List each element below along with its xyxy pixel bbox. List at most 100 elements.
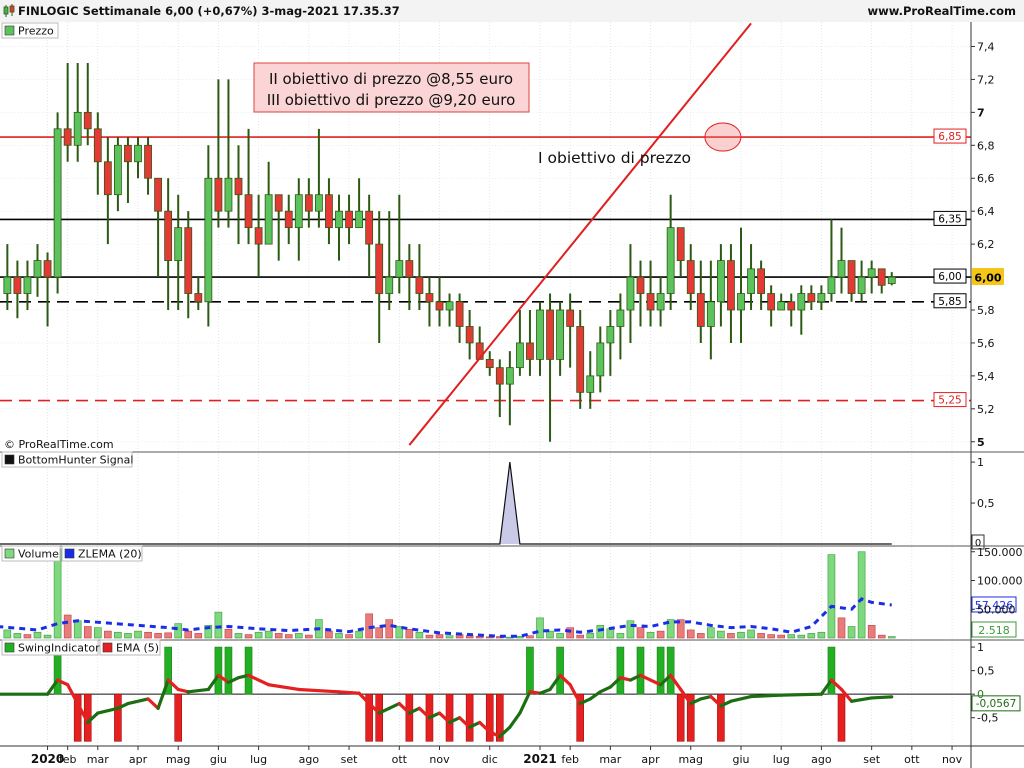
swing-bar-down (465, 693, 474, 742)
level-label: 6,00 (938, 271, 961, 283)
volume-bar-up (887, 636, 896, 639)
legend-swing-swatch (4, 642, 15, 653)
volume-bar-down (727, 633, 735, 639)
x-tick-label: mar (87, 753, 109, 766)
x-tick-label: apr (641, 753, 660, 766)
y-tick-label: 5,4 (977, 370, 995, 383)
candle-up (616, 309, 625, 327)
volume-bar-up (626, 620, 635, 639)
candle-down (767, 293, 776, 311)
volume-bar-down (224, 629, 233, 639)
volume-bar-down (184, 630, 193, 639)
candle-up (717, 260, 725, 303)
x-tick-label: ott (904, 753, 920, 766)
swing-bar-down (676, 693, 685, 742)
candle-up (73, 111, 82, 146)
level-label: 6,85 (938, 131, 961, 143)
candle-down (63, 128, 72, 146)
candle-down (234, 177, 243, 196)
candle-down (485, 359, 494, 369)
volume-bar-down (686, 629, 695, 639)
candle-up (737, 293, 745, 311)
chart-area[interactable]: 6,856,356,005,855,25 II obiettivo di pre… (0, 22, 1024, 768)
volume-bar-down (526, 635, 534, 639)
volume-bar-down (385, 619, 394, 639)
candle-up (706, 301, 715, 327)
candle-down (274, 194, 283, 212)
volume-bar-up (335, 633, 343, 639)
y-tick-label: 0,5 (977, 497, 995, 510)
y-tick-label: 6,6 (977, 172, 995, 185)
volume-bar-down (576, 634, 585, 639)
volume-bar-down (23, 634, 32, 639)
volume-bar-up (616, 633, 625, 639)
legend-bottomhunter-swatch (4, 454, 15, 465)
legend-bottomhunter: BottomHunter Signal (18, 454, 133, 467)
level-label: 5,25 (938, 395, 961, 407)
legend-ema-swatch (102, 642, 113, 653)
candle-down (194, 293, 203, 303)
candle-up (556, 309, 564, 360)
candle-up (294, 194, 303, 229)
volume-bar-down (325, 630, 333, 639)
volume-bar-up (134, 630, 142, 639)
volume-bar-up (174, 623, 182, 639)
candle-down (184, 227, 193, 294)
volume-bar-up (797, 634, 806, 639)
volume-bar-up (556, 633, 564, 639)
volume-bar-down (656, 630, 665, 639)
candle-down (686, 260, 695, 294)
volume-bar-up (114, 631, 122, 639)
volume-bar-up (415, 631, 424, 639)
swing-bar-up (214, 646, 223, 695)
volume-bar-down (877, 634, 886, 639)
candle-up (827, 276, 836, 294)
legend-volume: Volume (18, 548, 59, 561)
candle-down (375, 243, 384, 294)
candle-down (325, 194, 333, 229)
candle-up (53, 128, 62, 278)
candle-up (114, 144, 122, 196)
candle-down (435, 301, 444, 311)
volume-bar-up (847, 626, 856, 639)
volume-bar-down (425, 634, 434, 639)
site-link[interactable]: www.ProRealTime.com (867, 4, 1016, 18)
x-tick-label: nov (429, 753, 450, 766)
candle-up (3, 276, 12, 294)
candle-down (495, 367, 504, 385)
candle-down (345, 210, 353, 229)
y-tick-label: 100.000 (977, 575, 1023, 588)
x-tick-label: feb (59, 753, 77, 766)
volume-bar-up (646, 631, 655, 639)
x-tick-label: giu (210, 753, 227, 766)
ema-segment (749, 693, 783, 699)
candle-down (847, 260, 856, 294)
ema-segment (870, 695, 894, 700)
swing-bar-down (114, 693, 122, 742)
swing-bar-down (445, 693, 454, 742)
x-tick-label: mar (599, 753, 621, 766)
candle-down (244, 194, 253, 229)
candle-up (606, 326, 615, 344)
candle-down (83, 111, 92, 130)
candle-up (747, 268, 755, 294)
candle-up (596, 342, 605, 377)
candle-up (516, 342, 524, 369)
y-tick-label: 5,6 (977, 337, 995, 350)
candle-up (817, 293, 826, 303)
x-tick-label: dic (482, 753, 498, 766)
y-tick-label: 7 (977, 106, 985, 119)
x-tick-label: apr (129, 753, 148, 766)
x-tick-label: set (863, 753, 880, 766)
volume-bar-up (13, 633, 22, 639)
swing-bar-up (656, 646, 665, 695)
y-tick-label: 5 (977, 436, 985, 449)
volume-bar-up (606, 628, 615, 639)
candle-down (405, 260, 414, 278)
volume-bar-up (717, 630, 725, 639)
volume-bar-up (294, 633, 303, 639)
swing-bar-up (224, 646, 233, 695)
swing-bar-down (405, 693, 414, 742)
swing-bar-down (375, 693, 384, 742)
swing-bar-up (636, 646, 645, 695)
